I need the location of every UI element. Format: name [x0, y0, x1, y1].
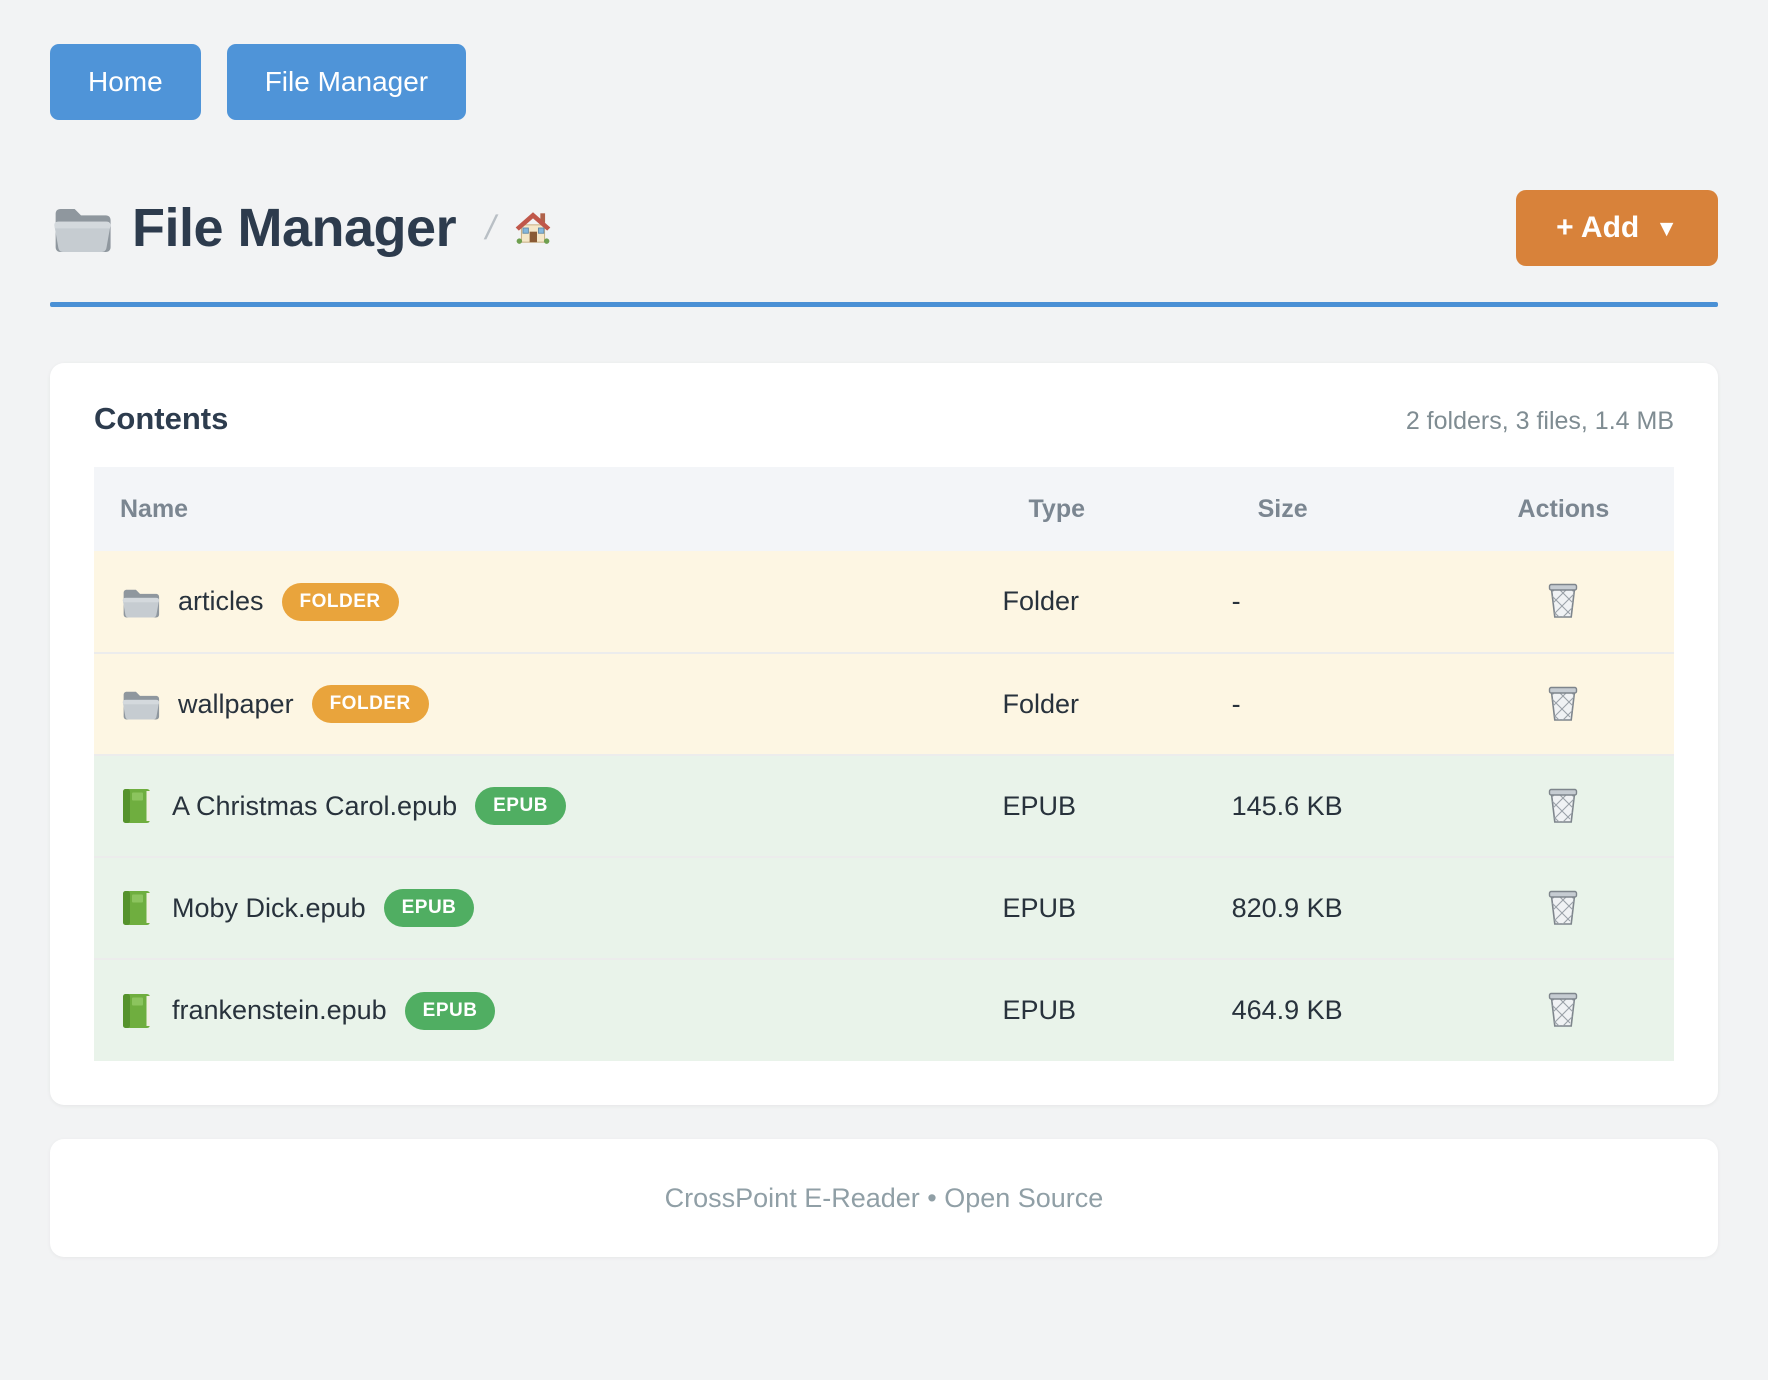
trash-icon — [1544, 785, 1582, 825]
file-size: 464.9 KB — [1232, 959, 1453, 1061]
footer-text: CrossPoint E-Reader • Open Source — [665, 1183, 1104, 1214]
add-button-label: + Add — [1556, 211, 1639, 245]
top-nav: Home File Manager — [50, 44, 1718, 120]
title-row: File Manager / + Add ▼ — [50, 190, 1718, 266]
folder-icon — [50, 201, 112, 255]
delete-button[interactable] — [1540, 985, 1586, 1036]
epub-badge: EPUB — [405, 992, 496, 1030]
delete-button[interactable] — [1540, 883, 1586, 934]
contents-card: Contents 2 folders, 3 files, 1.4 MB Name… — [50, 363, 1718, 1105]
title-rule — [50, 302, 1718, 307]
epub-badge: EPUB — [475, 787, 566, 825]
file-name-link[interactable]: Moby Dick.epub — [172, 893, 366, 924]
file-name-link[interactable]: frankenstein.epub — [172, 995, 387, 1026]
file-size: 145.6 KB — [1232, 755, 1453, 857]
folder-badge: FOLDER — [282, 583, 399, 621]
file-type: Folder — [1003, 551, 1232, 653]
book-icon — [120, 889, 154, 927]
table-row-frankenstein: frankenstein.epub EPUB EPUB 464.9 KB — [94, 959, 1674, 1061]
column-header-actions: Actions — [1453, 467, 1674, 551]
title-left: File Manager / — [50, 197, 554, 259]
column-header-name: Name — [94, 467, 1003, 551]
file-size: - — [1232, 653, 1453, 755]
delete-button[interactable] — [1540, 679, 1586, 730]
table-row-wallpaper: wallpaper FOLDER Folder - — [94, 653, 1674, 755]
trash-icon — [1544, 683, 1582, 723]
table-header-row: Name Type Size Actions — [94, 467, 1674, 551]
folder-icon — [120, 686, 160, 722]
file-type: EPUB — [1003, 959, 1232, 1061]
page: Home File Manager File Manager / + Add ▼… — [0, 0, 1768, 1257]
delete-button[interactable] — [1540, 781, 1586, 832]
contents-card-header: Contents 2 folders, 3 files, 1.4 MB — [94, 401, 1674, 437]
contents-title: Contents — [94, 401, 228, 437]
table-row-moby-dick: Moby Dick.epub EPUB EPUB 820.9 KB — [94, 857, 1674, 959]
table-row-articles: articles FOLDER Folder - — [94, 551, 1674, 653]
folder-badge: FOLDER — [312, 685, 429, 723]
file-size: - — [1232, 551, 1453, 653]
delete-button[interactable] — [1540, 576, 1586, 627]
trash-icon — [1544, 887, 1582, 927]
nav-file-manager-button[interactable]: File Manager — [227, 44, 466, 120]
home-icon[interactable] — [512, 208, 554, 248]
file-name-link[interactable]: wallpaper — [178, 689, 294, 720]
folder-icon — [120, 584, 160, 620]
breadcrumb: / — [486, 208, 553, 248]
contents-summary: 2 folders, 3 files, 1.4 MB — [1406, 407, 1674, 436]
column-header-type: Type — [1003, 467, 1232, 551]
add-button[interactable]: + Add ▼ — [1516, 190, 1718, 266]
column-header-size: Size — [1232, 467, 1453, 551]
file-type: Folder — [1003, 653, 1232, 755]
file-size: 820.9 KB — [1232, 857, 1453, 959]
file-name-link[interactable]: A Christmas Carol.epub — [172, 791, 457, 822]
file-name-link[interactable]: articles — [178, 586, 264, 617]
nav-home-button[interactable]: Home — [50, 44, 201, 120]
file-type: EPUB — [1003, 857, 1232, 959]
footer-card: CrossPoint E-Reader • Open Source — [50, 1139, 1718, 1257]
files-table: Name Type Size Actions articles FOLDER — [94, 467, 1674, 1061]
page-title-text: File Manager — [132, 197, 456, 259]
book-icon — [120, 787, 154, 825]
breadcrumb-separator: / — [482, 209, 500, 248]
trash-icon — [1544, 580, 1582, 620]
trash-icon — [1544, 989, 1582, 1029]
book-icon — [120, 992, 154, 1030]
chevron-down-icon: ▼ — [1655, 215, 1678, 242]
file-type: EPUB — [1003, 755, 1232, 857]
table-row-christmas-carol: A Christmas Carol.epub EPUB EPUB 145.6 K… — [94, 755, 1674, 857]
epub-badge: EPUB — [384, 889, 475, 927]
page-title: File Manager — [50, 197, 456, 259]
